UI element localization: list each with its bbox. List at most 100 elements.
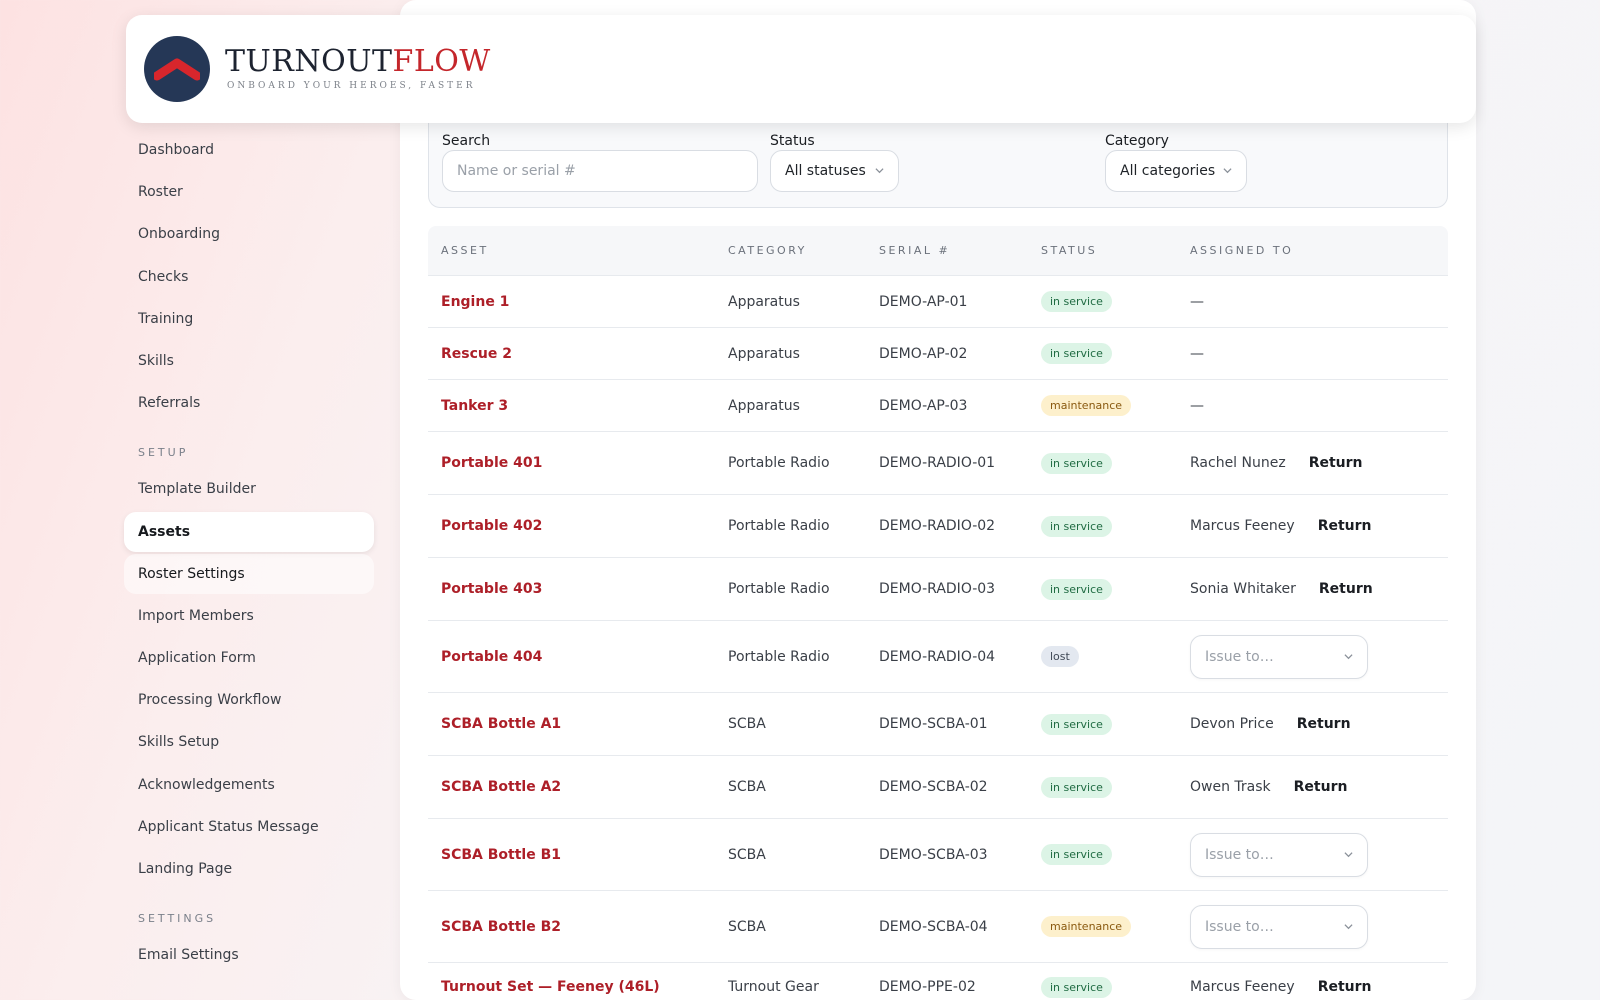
chevron-down-icon: [1344, 923, 1353, 929]
asset-category: Portable Radio: [728, 581, 830, 597]
sidebar-item-skills-setup[interactable]: Skills Setup: [124, 722, 374, 762]
sidebar-item-email-settings[interactable]: Email Settings: [124, 935, 374, 975]
sidebar-item-skills[interactable]: Skills: [124, 341, 374, 381]
asset-link[interactable]: Portable 403: [441, 581, 542, 597]
sidebar-item-import-members[interactable]: Import Members: [124, 596, 374, 636]
return-button[interactable]: Return: [1318, 979, 1372, 995]
chevron-down-icon: [1223, 168, 1232, 174]
asset-link[interactable]: SCBA Bottle A2: [441, 779, 561, 795]
brand-name-part1: TURNOUT: [225, 44, 393, 79]
table-row: SCBA Bottle A2 SCBA DEMO-SCBA-02 in serv…: [428, 755, 1448, 818]
sidebar-item-training[interactable]: Training: [124, 299, 374, 339]
table-row: Portable 402 Portable Radio DEMO-RADIO-0…: [428, 494, 1448, 557]
col-header-assigned[interactable]: ASSIGNED TO: [1190, 244, 1293, 257]
asset-link[interactable]: Turnout Set — Feeney (46L): [441, 979, 660, 995]
asset-serial: DEMO-SCBA-02: [879, 779, 988, 795]
return-button[interactable]: Return: [1319, 581, 1373, 597]
logo[interactable]: [144, 36, 210, 102]
asset-serial: DEMO-PPE-02: [879, 979, 976, 995]
asset-link[interactable]: Tanker 3: [441, 398, 508, 414]
sidebar-item-checks[interactable]: Checks: [124, 257, 374, 297]
sidebar-item-landing-page[interactable]: Landing Page: [124, 849, 374, 889]
brand-tagline: ONBOARD YOUR HEROES, FASTER: [227, 81, 476, 91]
status-badge: maintenance: [1041, 916, 1132, 937]
sidebar-item-roster[interactable]: Roster: [124, 172, 374, 212]
search-placeholder: Name or serial #: [457, 163, 576, 179]
sidebar: Dashboard Roster Onboarding Checks Train…: [124, 130, 374, 977]
col-header-serial[interactable]: SERIAL #: [879, 244, 950, 257]
asset-link[interactable]: Portable 402: [441, 518, 542, 534]
assets-table: ASSET CATEGORY SERIAL # STATUS ASSIGNED …: [428, 226, 1448, 1000]
sidebar-item-referrals[interactable]: Referrals: [124, 383, 374, 423]
status-badge: in service: [1041, 713, 1112, 735]
asset-link[interactable]: Portable 404: [441, 649, 542, 665]
return-button[interactable]: Return: [1294, 779, 1348, 795]
sidebar-item-application-form[interactable]: Application Form: [124, 638, 374, 678]
status-badge: in service: [1041, 343, 1112, 364]
issue-to-placeholder: Issue to…: [1205, 846, 1274, 863]
asset-serial: DEMO-RADIO-01: [879, 455, 996, 471]
sidebar-item-template-builder[interactable]: Template Builder: [124, 469, 374, 509]
assigned-to: Sonia Whitaker: [1190, 581, 1296, 597]
status-badge: in service: [1041, 977, 1112, 998]
assigned-cell: Devon Price Return: [1190, 716, 1351, 732]
sidebar-item-roster-settings[interactable]: Roster Settings: [124, 553, 374, 594]
asset-link[interactable]: SCBA Bottle A1: [441, 716, 561, 732]
asset-category: Apparatus: [728, 397, 800, 414]
issue-to-select[interactable]: Issue to…: [1190, 634, 1368, 679]
col-header-status[interactable]: STATUS: [1041, 244, 1097, 257]
assigned-to: Marcus Feeney: [1190, 979, 1295, 995]
status-filter-select[interactable]: All statuses: [770, 150, 899, 192]
table-row: Portable 401 Portable Radio DEMO-RADIO-0…: [428, 431, 1448, 494]
table-row: Tanker 3 Apparatus DEMO-AP-03 maintenanc…: [428, 379, 1448, 431]
asset-category: Apparatus: [728, 345, 800, 362]
sidebar-item-dashboard[interactable]: Dashboard: [124, 130, 374, 170]
table-row: SCBA Bottle B2 SCBA DEMO-SCBA-04 mainten…: [428, 890, 1448, 962]
return-button[interactable]: Return: [1297, 716, 1351, 732]
status-filter-value: All statuses: [785, 163, 866, 179]
main-panel: Search Name or serial # Status All statu…: [400, 0, 1476, 1000]
asset-serial: DEMO-AP-01: [879, 293, 968, 310]
asset-link[interactable]: SCBA Bottle B1: [441, 847, 561, 863]
asset-category: Portable Radio: [728, 648, 830, 665]
issue-to-select[interactable]: Issue to…: [1190, 832, 1368, 877]
asset-link[interactable]: Rescue 2: [441, 346, 512, 362]
assigned-to: —: [1190, 397, 1204, 414]
status-badge: lost: [1041, 646, 1079, 667]
sidebar-item-applicant-status-message[interactable]: Applicant Status Message: [124, 807, 374, 847]
asset-link[interactable]: Portable 401: [441, 455, 542, 471]
chevron-down-icon: [1344, 653, 1353, 659]
issue-to-select[interactable]: Issue to…: [1190, 904, 1368, 949]
issue-to-placeholder: Issue to…: [1205, 918, 1274, 935]
sidebar-item-assets[interactable]: Assets: [124, 511, 374, 552]
return-button[interactable]: Return: [1309, 455, 1363, 471]
table-row: SCBA Bottle A1 SCBA DEMO-SCBA-01 in serv…: [428, 692, 1448, 755]
table-row: Engine 1 Apparatus DEMO-AP-01 in service…: [428, 275, 1448, 327]
col-header-asset[interactable]: ASSET: [441, 244, 489, 257]
table-header: ASSET CATEGORY SERIAL # STATUS ASSIGNED …: [428, 226, 1448, 275]
status-badge: in service: [1041, 515, 1112, 537]
asset-link[interactable]: Engine 1: [441, 294, 509, 310]
asset-category: Portable Radio: [728, 518, 830, 534]
asset-serial: DEMO-RADIO-02: [879, 518, 996, 534]
sidebar-item-processing-workflow[interactable]: Processing Workflow: [124, 680, 374, 720]
sidebar-item-onboarding[interactable]: Onboarding: [124, 214, 374, 254]
sidebar-item-acknowledgements[interactable]: Acknowledgements: [124, 765, 374, 805]
status-badge: in service: [1041, 844, 1112, 865]
category-filter-value: All categories: [1120, 163, 1216, 179]
asset-category: SCBA: [728, 846, 766, 863]
asset-category: Apparatus: [728, 293, 800, 310]
return-button[interactable]: Return: [1318, 518, 1372, 534]
sidebar-section-setup: SETUP: [138, 446, 189, 460]
category-filter-select[interactable]: All categories: [1105, 150, 1247, 192]
search-input[interactable]: Name or serial #: [442, 150, 758, 192]
chevron-down-icon: [875, 168, 884, 174]
filter-bar: Search Name or serial # Status All statu…: [428, 119, 1448, 208]
assigned-to: —: [1190, 293, 1204, 310]
col-header-category[interactable]: CATEGORY: [728, 244, 807, 257]
assigned-to: Marcus Feeney: [1190, 518, 1295, 534]
assigned-cell: Sonia Whitaker Return: [1190, 581, 1373, 597]
assigned-to: Owen Trask: [1190, 779, 1271, 795]
asset-category: SCBA: [728, 918, 766, 935]
asset-link[interactable]: SCBA Bottle B2: [441, 919, 561, 935]
